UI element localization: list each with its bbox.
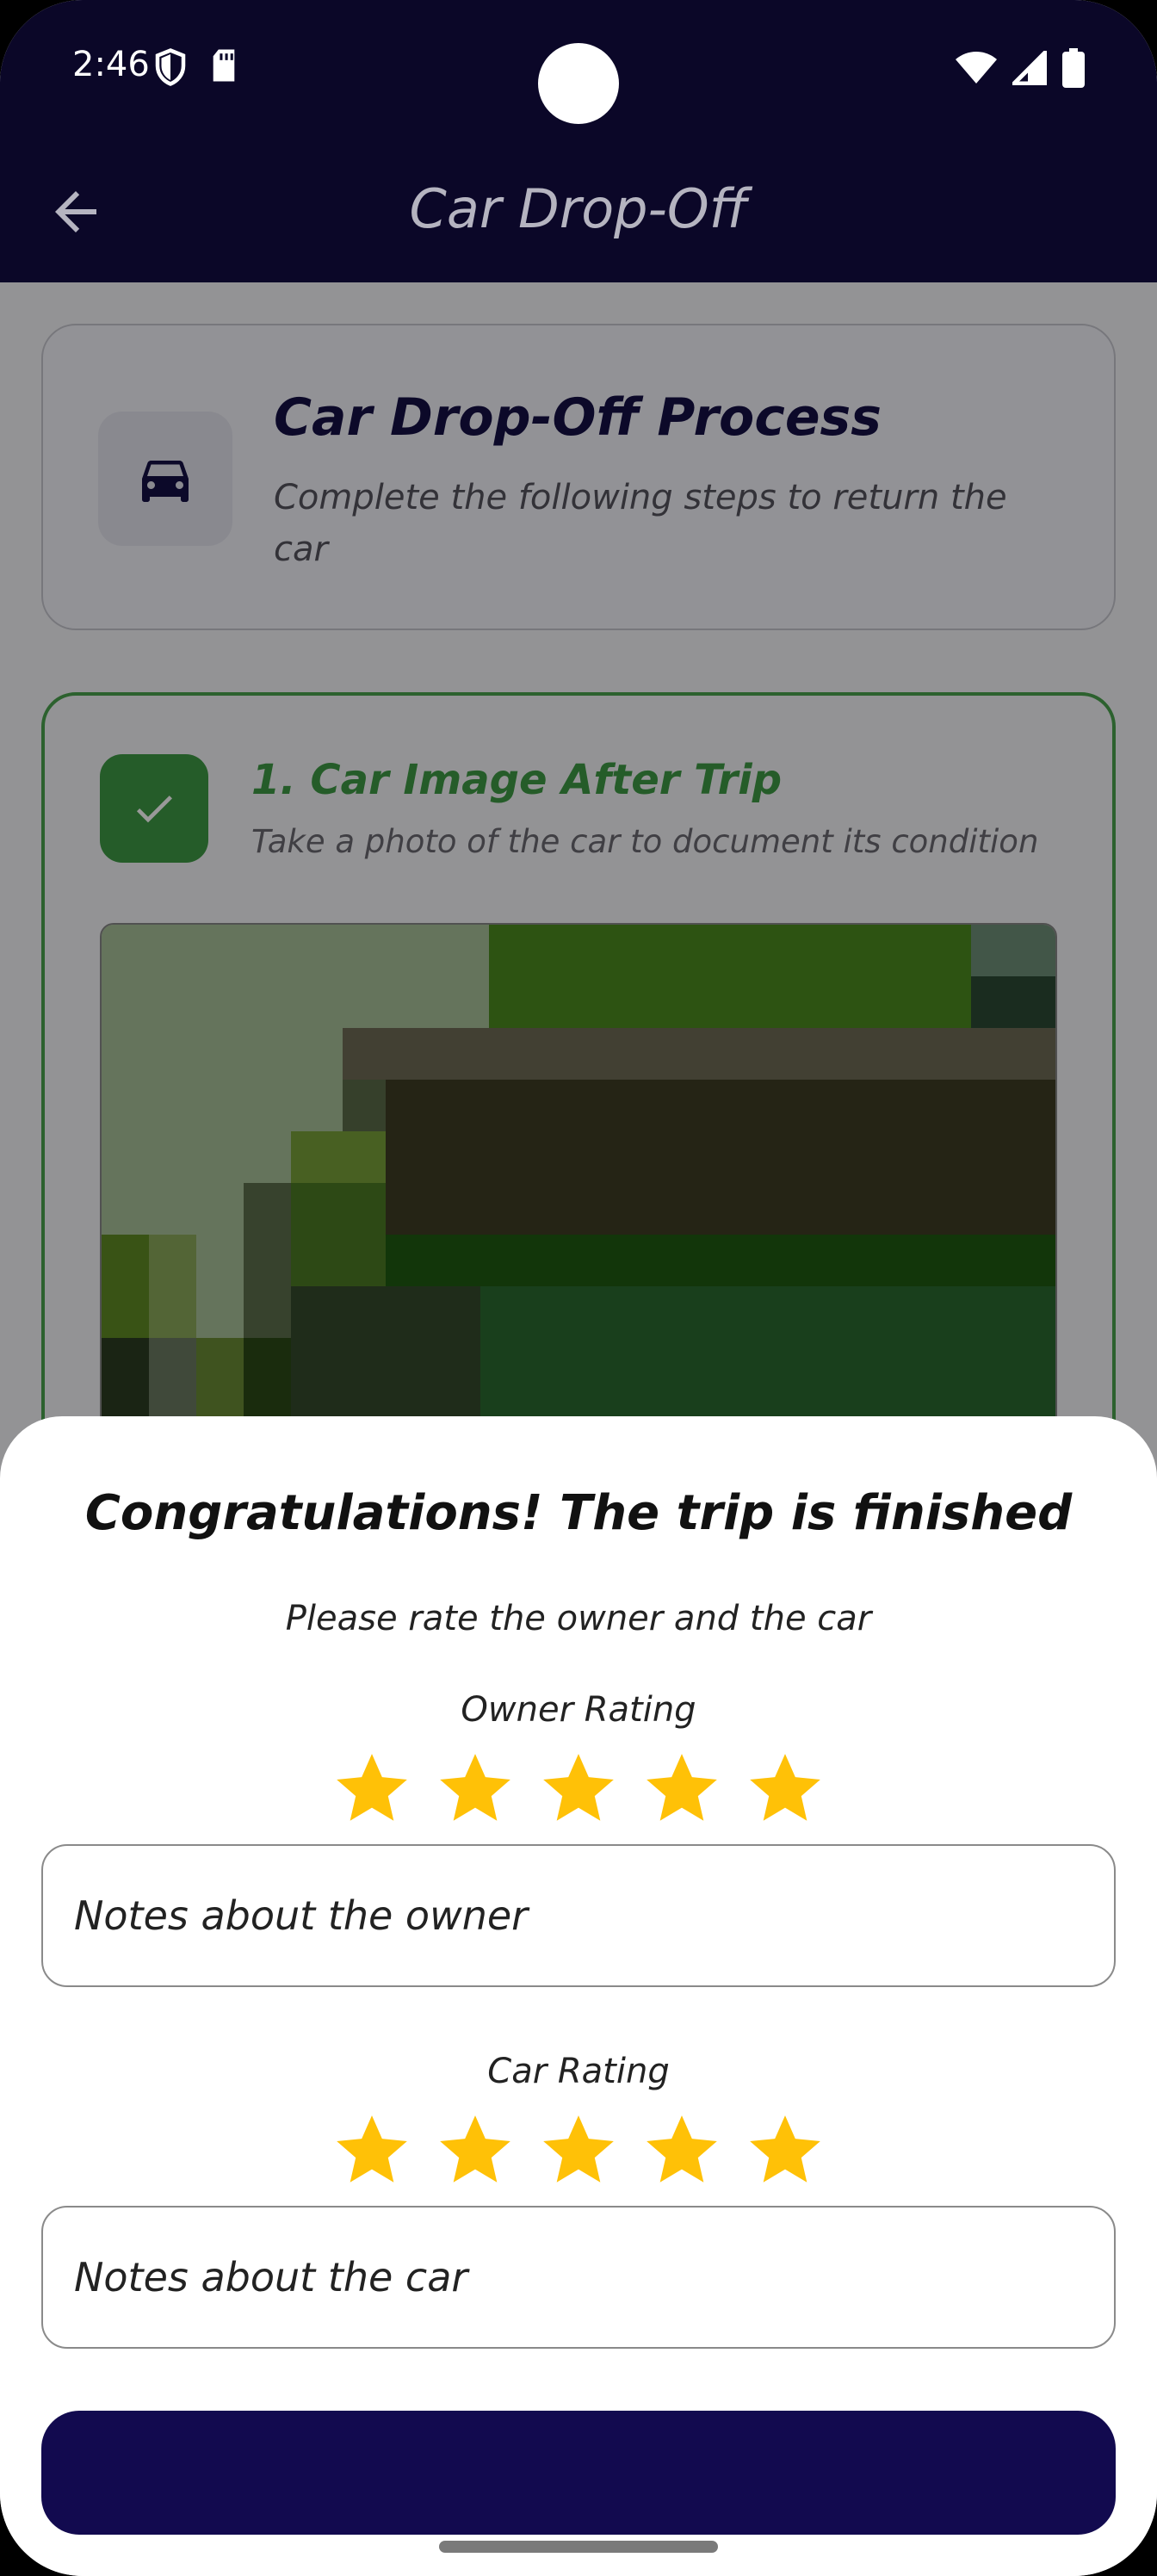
wifi-icon [956, 51, 997, 89]
sd-card-icon [210, 48, 238, 90]
front-camera [538, 43, 619, 124]
sheet-subtitle: Please rate the owner and the car [285, 1599, 872, 1638]
star-icon[interactable] [640, 1747, 724, 1831]
home-indicator[interactable] [439, 2541, 718, 2553]
car-rating-stars [0, 2108, 1157, 2193]
battery-icon [1062, 48, 1085, 91]
sheet-title: Congratulations! The trip is finished [84, 1485, 1073, 1541]
shield-icon [155, 48, 186, 90]
owner-notes-input[interactable] [41, 1844, 1116, 1987]
star-icon[interactable] [743, 2108, 827, 2193]
star-icon[interactable] [433, 2108, 517, 2193]
owner-rating-label: Owner Rating [461, 1690, 696, 1730]
modal-scrim[interactable] [0, 282, 1157, 1488]
status-bar: 2:46 [0, 0, 1157, 138]
star-icon[interactable] [536, 1747, 621, 1831]
star-icon[interactable] [640, 2108, 724, 2193]
owner-rating-stars [0, 1747, 1157, 1831]
car-rating-label: Car Rating [487, 2052, 670, 2091]
rating-bottom-sheet: Congratulations! The trip is finished Pl… [0, 1416, 1157, 2576]
app-bar: Car Drop-Off [0, 138, 1157, 282]
page-title: Car Drop-Off [409, 177, 748, 240]
star-icon[interactable] [330, 1747, 414, 1831]
star-icon[interactable] [536, 2108, 621, 2193]
submit-rating-button[interactable] [41, 2411, 1116, 2535]
star-icon[interactable] [433, 1747, 517, 1831]
star-icon[interactable] [743, 1747, 827, 1831]
car-notes-input[interactable] [41, 2206, 1116, 2349]
status-time: 2:46 [72, 45, 150, 84]
signal-icon [1008, 46, 1048, 89]
phone-screen: 2:46 Car Drop-Off Car Drop-Off Process C… [0, 0, 1157, 2576]
star-icon[interactable] [330, 2108, 414, 2193]
